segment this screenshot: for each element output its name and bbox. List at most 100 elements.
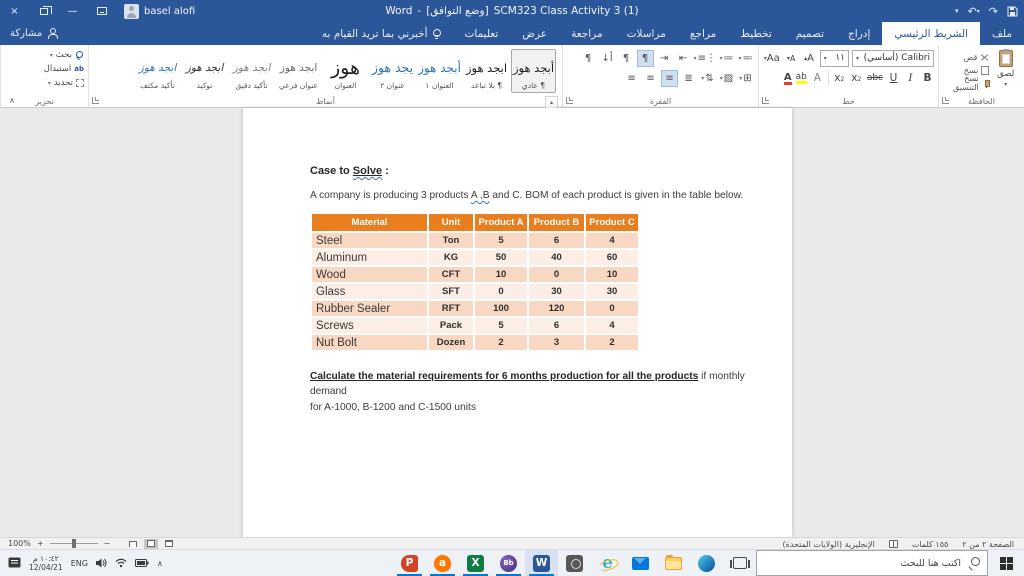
redo-icon[interactable]: ↷ [989, 5, 998, 18]
zoom-out-icon[interactable]: − [104, 539, 111, 548]
undo-icon[interactable]: ↶ ▾ [968, 5, 980, 18]
sort-button[interactable]: أ↓ [599, 50, 616, 67]
tab-insert[interactable]: إدراج [836, 22, 882, 45]
numbering-button[interactable]: ≕ ▾ [718, 50, 735, 67]
paste-button[interactable]: لصق ▾ [991, 48, 1020, 89]
restore-button[interactable] [29, 0, 58, 22]
tab-file[interactable]: ملف [980, 22, 1024, 45]
avatar[interactable] [124, 3, 139, 19]
rtl-direction-button[interactable]: ¶ [636, 49, 654, 67]
grow-font-button[interactable]: A ▴ [802, 50, 817, 67]
save-icon[interactable] [1007, 6, 1018, 17]
borders-button[interactable]: ⊞ ▾ [737, 70, 754, 87]
taskbar-app-word[interactable]: W [525, 550, 558, 576]
volume-icon[interactable] [95, 558, 107, 568]
notification-center-icon[interactable] [8, 557, 21, 569]
zoom-level[interactable]: 100% [8, 539, 31, 548]
show-hidden-icons-chevron[interactable]: ∧ [157, 559, 163, 568]
tab-view[interactable]: عرض [510, 22, 559, 45]
tab-home[interactable]: الشريط الرئيسي [882, 22, 981, 45]
ribbon-display-options-button[interactable] [87, 0, 116, 22]
minimize-button[interactable]: — [58, 0, 87, 22]
share-button[interactable]: مشاركة [10, 22, 59, 45]
font-size-select[interactable]: ١١ ▾ [819, 49, 849, 67]
tab-help[interactable]: تعليمات [453, 22, 511, 45]
taskbar-app-camera[interactable] [558, 550, 591, 576]
tab-mailings[interactable]: مراسلات [615, 22, 678, 45]
taskbar-app-avast[interactable]: a [426, 550, 459, 576]
proofing-icon[interactable] [888, 540, 898, 548]
tab-review[interactable]: مراجعة [559, 22, 615, 45]
search-input[interactable] [756, 550, 988, 576]
tab-references[interactable]: مراجع [678, 22, 728, 45]
close-button[interactable]: × [0, 0, 29, 22]
style-title[interactable]: هوز العنوان [323, 49, 368, 93]
select-button[interactable]: تحديد ▾ [5, 76, 84, 90]
font-name-select[interactable]: Calibri (أساسي) ▾ [851, 49, 934, 67]
ltr-direction-button[interactable]: ¶ [618, 50, 635, 67]
taskbar-app-powerpoint[interactable]: P [393, 550, 426, 576]
styles-dialog-launcher[interactable] [92, 97, 99, 104]
language-indicator[interactable]: الإنجليزية (الولايات المتحدة) [783, 540, 875, 549]
taskbar-app-file-explorer[interactable] [657, 550, 690, 576]
paragraph-dialog-launcher[interactable] [566, 97, 573, 104]
web-layout-button[interactable] [162, 539, 176, 549]
word-count[interactable]: ١٥٥ كلمات [912, 540, 948, 549]
superscript-button[interactable]: x2 [833, 72, 846, 84]
start-button[interactable] [988, 550, 1024, 576]
show-marks-button[interactable]: ¶ [580, 50, 597, 67]
taskbar-app-blackboard[interactable]: Bb [492, 550, 525, 576]
tab-design[interactable]: تصميم [784, 22, 836, 45]
zoom-in-icon[interactable]: + [37, 539, 44, 548]
style-subtle-emphasis[interactable]: ابجد هوز تأكيد دقيق [229, 49, 274, 93]
page-indicator[interactable]: الصفحة ٢ من ٢ [962, 540, 1014, 549]
align-center-button[interactable]: ≡ [661, 69, 678, 87]
subscript-button[interactable]: x2 [850, 72, 863, 84]
text-effects-button[interactable]: A [811, 72, 824, 84]
wifi-icon[interactable] [115, 558, 127, 568]
font-color-button[interactable]: A [783, 72, 792, 85]
clipboard-dialog-launcher[interactable] [942, 97, 949, 104]
style-no-spacing[interactable]: ابجد هوز ¶ بلا تباعد [464, 49, 509, 93]
tell-me-box[interactable]: أخبرني بما تريد القيام به [310, 22, 453, 45]
taskbar-app-mail[interactable] [624, 550, 657, 576]
multilevel-list-button[interactable]: ⋮≡ ▾ [694, 50, 716, 67]
italic-button[interactable]: I [904, 72, 917, 84]
cut-button[interactable]: قص [943, 51, 989, 63]
change-case-button[interactable]: Aa ▾ [763, 50, 781, 67]
increase-indent-button[interactable]: ⇥ [656, 50, 673, 67]
language-switcher[interactable]: ENG [71, 559, 88, 568]
zoom-slider-thumb[interactable] [71, 539, 76, 548]
read-mode-button[interactable] [126, 539, 140, 549]
tab-layout[interactable]: تخطيط [728, 22, 783, 45]
taskbar-search[interactable] [756, 550, 988, 576]
style-emphasis[interactable]: ابجد هوز توكيد [182, 49, 227, 93]
format-painter-button[interactable]: نسخ التنسيق [943, 74, 990, 92]
taskbar-app-edge[interactable] [690, 550, 723, 576]
taskbar-app-task-view[interactable] [723, 550, 756, 576]
font-dialog-launcher[interactable] [762, 97, 769, 104]
zoom-slider[interactable] [49, 539, 98, 548]
highlight-color-button[interactable]: ab [795, 72, 808, 84]
style-intense-emphasis[interactable]: ابجد هوز تأكيد مكثف [135, 49, 180, 93]
bold-button[interactable]: B [921, 72, 934, 84]
style-subtitle[interactable]: ابجد هوز عنوان فرعي [276, 49, 321, 93]
collapse-ribbon-icon[interactable]: ∧ [9, 96, 15, 105]
taskbar-app-excel[interactable]: X [459, 550, 492, 576]
line-spacing-button[interactable]: ⇅ ▾ [699, 70, 716, 87]
battery-icon[interactable] [134, 559, 149, 567]
customize-quick-access-icon[interactable]: ▾ [955, 7, 959, 15]
align-left-button[interactable]: ≡ [623, 70, 640, 87]
find-button[interactable]: بحث ▾ [5, 48, 84, 62]
document-page[interactable]: Case to Solve : A company is producing 3… [243, 108, 792, 537]
justify-button[interactable]: ≣ [680, 70, 697, 87]
style-normal[interactable]: أبجد هوز ¶ عادي [511, 49, 556, 93]
style-heading1[interactable]: أبجد هوز العنوان ١ [417, 49, 462, 93]
decrease-indent-button[interactable]: ⇤ [675, 50, 692, 67]
bullets-button[interactable]: ≔ ▾ [737, 50, 754, 67]
underline-button[interactable]: U [887, 72, 900, 84]
taskbar-app-internet-explorer[interactable]: e [591, 550, 624, 576]
style-heading2[interactable]: يجد هوز عنوان ٢ [370, 49, 415, 93]
replace-button[interactable]: ab استبدال [5, 62, 84, 76]
clock[interactable]: ١٠:٤٢ م 12/04/21 [29, 554, 63, 572]
